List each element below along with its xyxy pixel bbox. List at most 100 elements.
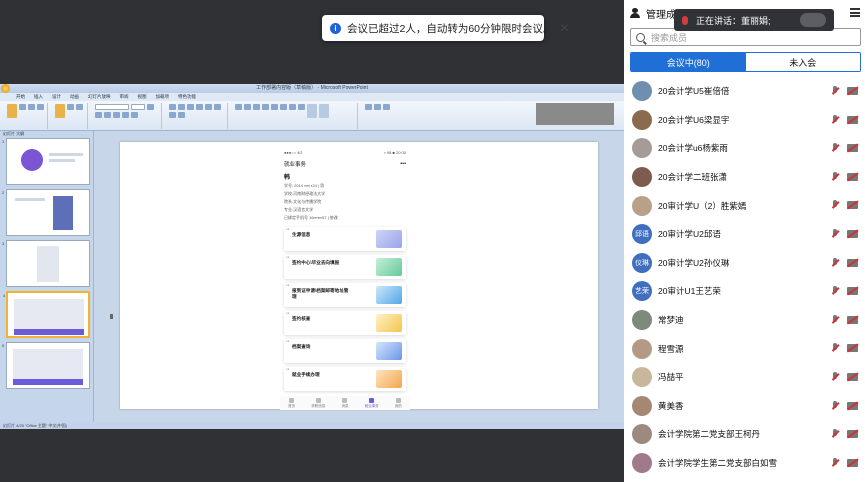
ppt-ribbon-tab[interactable]: 设计 [52,94,61,100]
search-icon [636,32,645,42]
camera-off-icon[interactable] [847,315,858,324]
menu-icon[interactable] [850,8,860,17]
member-row[interactable]: 黄美香 [624,392,865,421]
ppt-ribbon-tab[interactable]: 视图 [138,94,147,100]
camera-off-icon[interactable] [847,144,858,153]
member-row[interactable]: 20会计学二班张潇 [624,163,865,192]
shared-screen: i 会议已超过2人，自动转为60分钟限时会议。 ✕ 工作部署内容版（草稿版） -… [0,0,624,482]
ppt-ribbon-tab[interactable]: 开始 [16,94,25,100]
camera-off-icon[interactable] [847,401,858,410]
ribbon-group-font [92,103,162,129]
avatar: 艺荣 [632,281,652,302]
user-icon [630,8,640,18]
ppt-ribbon-tab[interactable]: 幻灯片放映 [88,94,111,100]
mic-muted-icon[interactable] [831,257,839,268]
tab-not-joined[interactable]: 未入会 [745,53,860,71]
mic-muted-icon[interactable] [831,114,839,125]
ppt-window-title: 工作部署内容版（草稿版） - Microsoft PowerPoint [256,85,368,91]
more-icon: ••• [400,161,406,167]
service-card: “报到证申请\档案邮寄地址管理 [284,283,406,307]
avatar [632,109,652,130]
ribbon-group-paragraph [166,103,228,129]
avatar [632,424,652,445]
slide-thumbnail-3[interactable]: 3 [2,240,90,287]
mic-muted-icon[interactable] [831,228,839,239]
member-name: 冯喆平 [658,372,684,383]
office-button-icon[interactable] [1,84,10,93]
member-name: 20审计学U2邱语 [658,229,721,240]
member-row[interactable]: 20会计学u6杨紫雨 [624,134,865,163]
camera-off-icon[interactable] [847,344,858,353]
member-name: 黄美香 [658,400,684,411]
member-row[interactable]: 冯喆平 [624,363,865,392]
mic-muted-icon[interactable] [831,86,839,96]
member-row[interactable]: 程雪源 [624,334,865,363]
camera-off-icon[interactable] [847,372,858,381]
avatar [632,310,652,331]
mic-muted-icon[interactable] [831,457,839,468]
camera-off-icon[interactable] [847,172,858,181]
ppt-ribbon-tabs: 开始 插入 设计 动画 幻灯片放映 审阅 视图 加载项 特色功能 [0,93,624,101]
current-slide[interactable]: ●●●○○ 4G ▪ 98 ■ 20:00 就业事务 ••• 韩 学号: 201… [120,142,598,410]
ppt-ribbon-tab[interactable]: 特色功能 [178,94,196,100]
slide-thumbnail-5[interactable]: 5 [2,342,90,389]
ppt-ribbon [0,101,624,131]
member-name: 20审计U1王艺荣 [658,286,721,297]
mic-muted-icon[interactable] [831,200,839,210]
service-card: “签约中心\毕业去向填报 [284,255,406,279]
time-limit-toast: i 会议已超过2人，自动转为60分钟限时会议。 ✕ [322,15,570,41]
phone-tab-bar: 首页 求职信息 消息 就业事务 我的 [280,396,410,410]
camera-off-icon[interactable] [847,287,858,296]
member-tabs: 会议中(80) 未入会 [630,52,861,72]
member-row[interactable]: 仪琳 20审计学U2孙仪琳 [624,249,865,278]
redacted-block [536,103,614,125]
member-row[interactable]: 20会计学U5崔倍倍 [624,77,865,106]
mic-muted-icon[interactable] [831,171,839,182]
ppt-ribbon-tab[interactable]: 加载项 [156,94,170,100]
member-row[interactable]: 艺荣 20审计U1王艺荣 [624,277,865,306]
member-row[interactable]: 常梦迪 [624,306,865,335]
avatar [632,138,652,159]
phone-screenshot: ●●●○○ 4G ▪ 98 ■ 20:00 就业事务 ••• 韩 学号: 201… [280,150,410,410]
slide-thumbnail-2[interactable]: 2 [2,189,90,236]
member-row[interactable]: 邱语 20审计学U2邱语 [624,220,865,249]
ppt-status-bar: 幻灯片 4/25 "Office 主题" 中文(中国) [0,422,624,429]
member-row[interactable]: 20会计学U6梁显宇 [624,106,865,135]
phone-tab: 我的 [395,397,402,409]
service-card: “生源信息 [284,227,406,251]
mic-muted-icon[interactable] [831,371,839,382]
close-icon[interactable]: ✕ [560,21,570,35]
member-name: 会计学院第二党支部王柯丹 [658,429,761,440]
mic-muted-icon[interactable] [831,343,839,353]
ppt-ribbon-tab[interactable]: 插入 [34,94,43,100]
ppt-ribbon-tab[interactable]: 动画 [70,94,79,100]
thumb-pane-tabs[interactable]: 幻灯片 大纲 [0,131,93,137]
member-row[interactable]: 会计学院第二党支部王柯丹 [624,420,865,449]
avatar [632,167,652,188]
slide-thumbnail-4[interactable]: 4 [3,291,90,338]
member-name: 20会计学U6梁显宇 [658,114,730,125]
mic-muted-icon[interactable] [831,143,839,153]
mic-muted-icon[interactable] [831,429,839,439]
member-name: 20会计学u6杨紫雨 [658,143,728,154]
avatar: 邱语 [632,224,652,245]
camera-off-icon[interactable] [847,258,858,267]
service-card: “档案查询 [284,339,406,363]
member-row[interactable]: 20审计学U（2）胜紫嫣 [624,191,865,220]
camera-off-icon[interactable] [847,229,858,238]
slide-thumbnail-1[interactable]: 1 [2,138,90,185]
camera-off-icon[interactable] [847,430,858,439]
camera-off-icon[interactable] [847,201,858,210]
ribbon-group-editing [362,103,402,129]
camera-off-icon[interactable] [847,458,858,467]
camera-off-icon[interactable] [847,115,858,124]
mic-muted-icon[interactable] [831,400,839,411]
speaking-indicator: 正在讲话：董丽娟; [674,9,834,31]
ppt-ribbon-tab[interactable]: 审阅 [120,94,129,100]
member-row[interactable]: 会计学院学生第二党支部白如雪 [624,449,865,478]
mic-muted-icon[interactable] [831,314,839,325]
tab-in-meeting[interactable]: 会议中(80) [631,53,746,71]
camera-off-icon[interactable] [847,87,858,95]
mic-muted-icon[interactable] [831,286,839,296]
speaking-wave-icon [800,13,826,27]
